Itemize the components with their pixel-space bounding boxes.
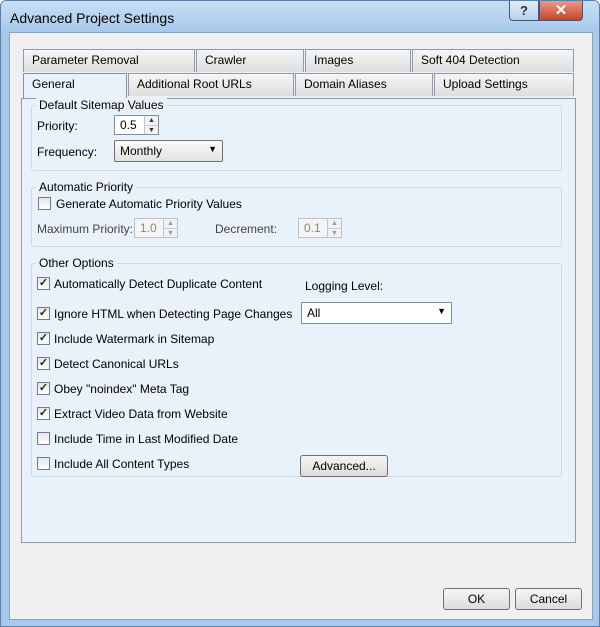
spin-down-icon[interactable]: ▼: [328, 228, 341, 237]
close-icon[interactable]: ✕: [539, 1, 583, 21]
include-time-label: Include Time in Last Modified Date: [54, 432, 239, 446]
ok-button[interactable]: OK: [443, 588, 510, 610]
spinner-arrows: ▲ ▼: [327, 219, 341, 237]
spinner-arrows: ▲ ▼: [144, 116, 158, 134]
detect-duplicate-label: Automatically Detect Duplicate Content: [54, 277, 263, 291]
frequency-value: Monthly: [120, 144, 163, 158]
decrement-spinner[interactable]: 0.1 ▲ ▼: [298, 218, 342, 238]
cancel-button[interactable]: Cancel: [515, 588, 582, 610]
spinner-arrows: ▲ ▼: [163, 219, 177, 237]
include-watermark-label: Include Watermark in Sitemap: [54, 332, 215, 346]
tab-domain-aliases[interactable]: Domain Aliases: [295, 73, 433, 96]
tab-parameter-removal[interactable]: Parameter Removal: [23, 49, 195, 72]
help-icon[interactable]: ?: [509, 1, 539, 21]
generate-priority-label: Generate Automatic Priority Values: [56, 197, 242, 211]
logging-level-label: Logging Level:: [305, 279, 384, 293]
default-sitemap-label: Default Sitemap Values: [36, 98, 167, 112]
detect-canonical-checkbox[interactable]: ✓: [37, 357, 50, 370]
include-time-checkbox[interactable]: [37, 432, 50, 445]
ignore-html-label: Ignore HTML when Detecting Page Changes: [54, 307, 293, 321]
max-priority-value: 1.0: [140, 221, 157, 235]
max-priority-spinner[interactable]: 1.0 ▲ ▼: [134, 218, 178, 238]
spin-down-icon[interactable]: ▼: [164, 228, 177, 237]
spin-up-icon[interactable]: ▲: [164, 219, 177, 228]
chevron-down-icon: ▼: [437, 306, 446, 316]
chevron-down-icon: ▼: [208, 144, 217, 154]
window-title: Advanced Project Settings: [10, 10, 175, 26]
priority-label: Priority:: [37, 119, 78, 133]
dialog-window: Advanced Project Settings ? ✕ Parameter …: [0, 0, 600, 627]
extract-video-checkbox[interactable]: ✓: [37, 407, 50, 420]
generate-priority-checkbox[interactable]: [38, 197, 51, 210]
obey-noindex-label: Obey "noindex" Meta Tag: [54, 382, 190, 396]
logging-level-value: All: [307, 306, 321, 320]
priority-spinner[interactable]: 0.5 ▲ ▼: [114, 115, 159, 135]
title-bar[interactable]: Advanced Project Settings ? ✕: [1, 1, 599, 33]
tab-images[interactable]: Images: [305, 49, 411, 72]
other-options-label: Other Options: [36, 256, 117, 270]
max-priority-label: Maximum Priority:: [37, 222, 134, 236]
spin-down-icon[interactable]: ▼: [145, 125, 158, 134]
decrement-value: 0.1: [304, 221, 321, 235]
logging-level-select[interactable]: All ▼: [301, 302, 452, 324]
detect-duplicate-checkbox[interactable]: ✓: [37, 277, 50, 290]
default-sitemap-group: [31, 105, 562, 171]
include-watermark-checkbox[interactable]: ✓: [37, 332, 50, 345]
tab-additional-root-urls[interactable]: Additional Root URLs: [128, 73, 294, 96]
ignore-html-checkbox[interactable]: ✓: [37, 307, 50, 320]
automatic-priority-group: [31, 187, 562, 247]
frequency-label: Frequency:: [37, 145, 98, 159]
include-all-content-checkbox[interactable]: [37, 457, 50, 470]
extract-video-label: Extract Video Data from Website: [54, 407, 228, 421]
tab-upload-settings[interactable]: Upload Settings: [434, 73, 574, 96]
detect-canonical-label: Detect Canonical URLs: [54, 357, 179, 371]
advanced-button[interactable]: Advanced...: [300, 455, 388, 477]
priority-value: 0.5: [120, 118, 137, 132]
tab-soft-404-detection[interactable]: Soft 404 Detection: [412, 49, 574, 72]
frequency-select[interactable]: Monthly ▼: [114, 140, 223, 162]
decrement-label: Decrement:: [215, 222, 278, 236]
obey-noindex-checkbox[interactable]: ✓: [37, 382, 50, 395]
automatic-priority-label: Automatic Priority: [36, 180, 137, 194]
include-all-content-label: Include All Content Types: [54, 457, 190, 471]
tab-general[interactable]: General: [23, 73, 127, 98]
tab-crawler[interactable]: Crawler: [196, 49, 304, 72]
spin-up-icon[interactable]: ▲: [328, 219, 341, 228]
spin-up-icon[interactable]: ▲: [145, 116, 158, 125]
